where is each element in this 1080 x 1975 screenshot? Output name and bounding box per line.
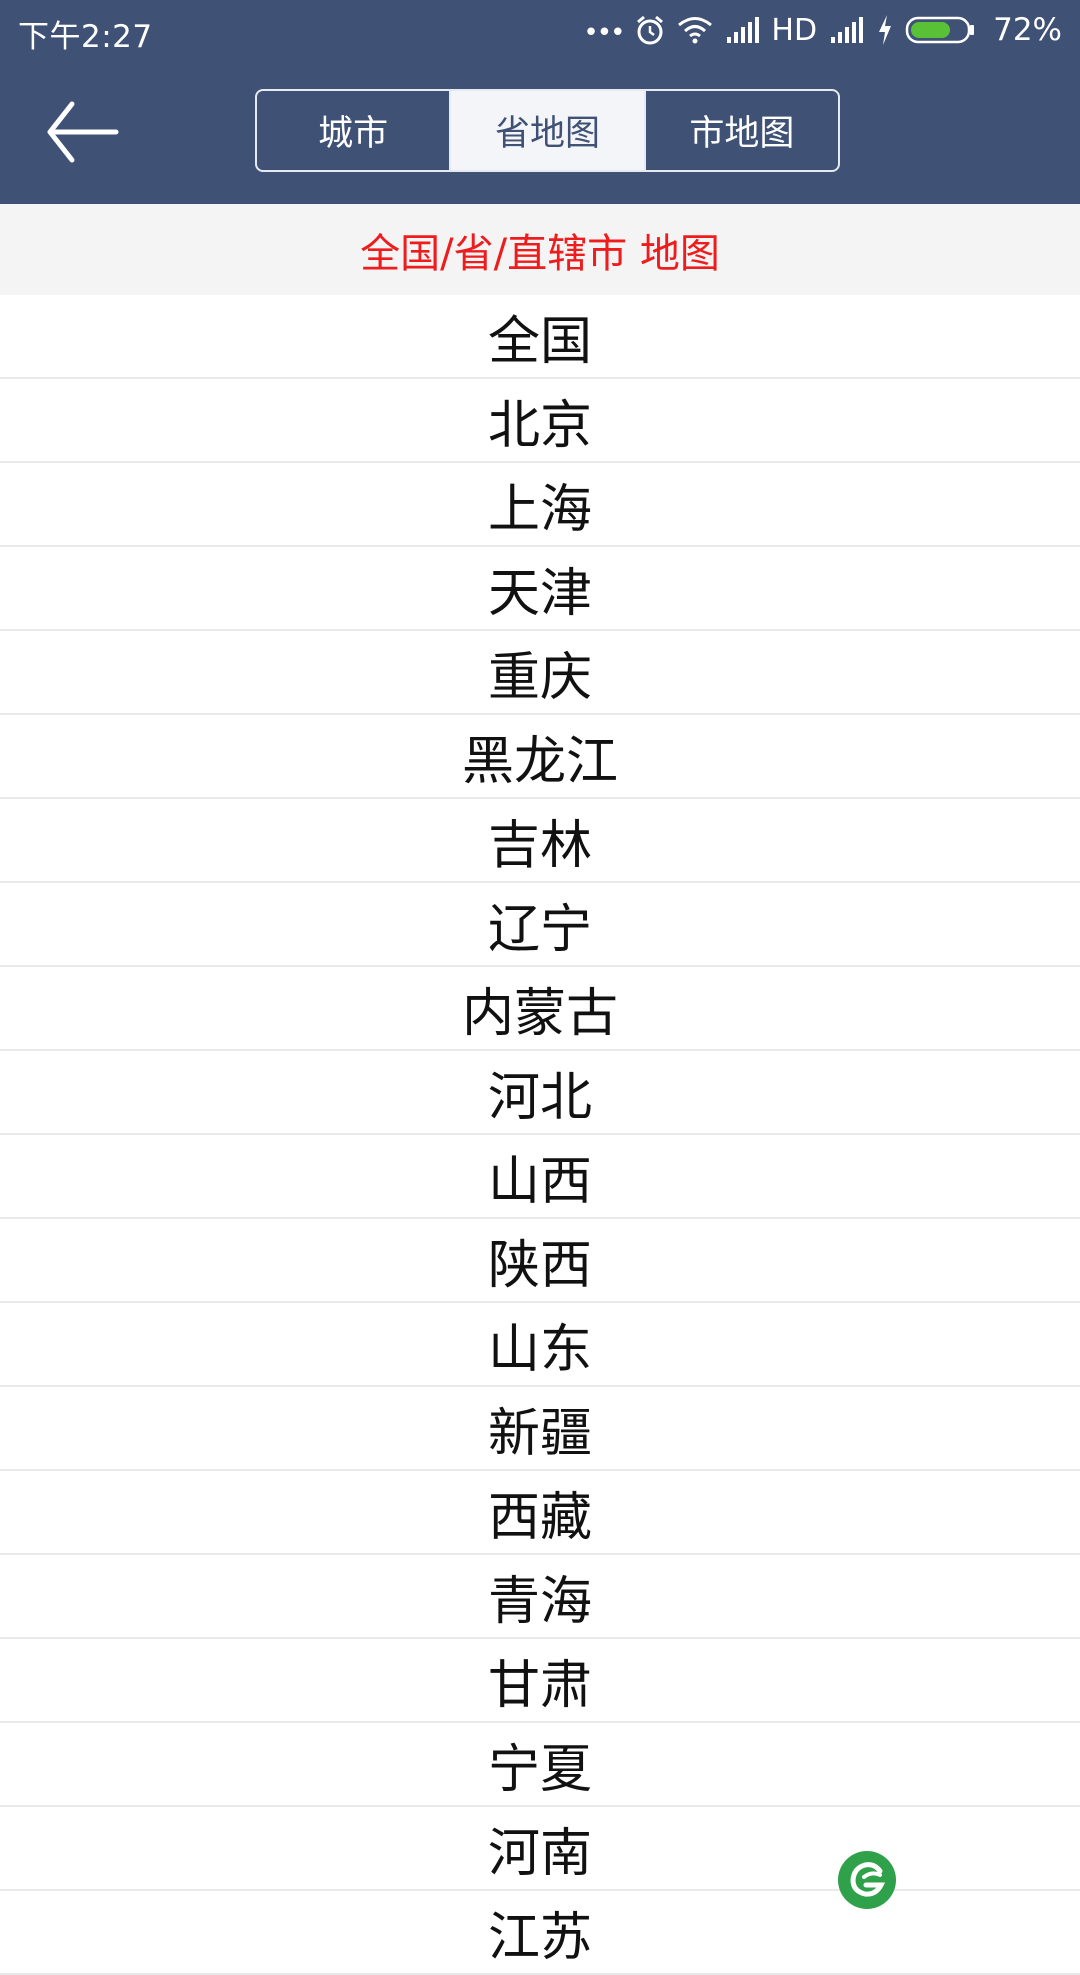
list-item[interactable]: 新疆 [0, 1387, 1080, 1471]
back-arrow-icon [47, 101, 119, 163]
tab-city-map[interactable]: 市地图 [643, 91, 838, 170]
list-item-label: 辽宁 [487, 899, 592, 960]
signal-icon [725, 17, 761, 43]
tab-province-map-label: 省地图 [494, 114, 600, 154]
more-dots-icon: ••• [583, 18, 625, 48]
list-item-label: 吉林 [487, 815, 592, 876]
list-item-label: 黑龙江 [461, 731, 618, 792]
list-item[interactable]: 陕西 [0, 1219, 1080, 1303]
list-item-label: 上海 [487, 479, 592, 540]
list-item-label: 河北 [487, 1067, 592, 1128]
list-item-label: 西藏 [487, 1487, 592, 1548]
list-item[interactable]: 内蒙古 [0, 967, 1080, 1051]
list-item[interactable]: 辽宁 [0, 883, 1080, 967]
list-item[interactable]: 甘肃 [0, 1639, 1080, 1723]
list-item-label: 陕西 [487, 1235, 592, 1296]
list-item-label: 江苏 [487, 1907, 592, 1968]
list-item-label: 青海 [487, 1571, 592, 1632]
list-item-label: 宁夏 [487, 1739, 592, 1800]
list-item[interactable]: 黑龙江 [0, 715, 1080, 799]
app-logo-icon [850, 1862, 886, 1897]
list-item-label: 北京 [487, 395, 592, 456]
list-item-label: 新疆 [487, 1403, 592, 1464]
map-type-tabs: 城市 省地图 市地图 [255, 89, 840, 172]
list-item[interactable]: 上海 [0, 463, 1080, 547]
battery-percent: 72% [993, 12, 1062, 48]
list-item[interactable]: 山东 [0, 1303, 1080, 1387]
tab-city-label: 城市 [318, 114, 389, 154]
list-item[interactable]: 宁夏 [0, 1723, 1080, 1807]
list-item-label: 河南 [487, 1823, 592, 1884]
tab-city-map-label: 市地图 [689, 114, 795, 154]
app-logo-button[interactable] [838, 1851, 896, 1909]
region-list: 全国北京上海天津重庆黑龙江吉林辽宁内蒙古河北山西陕西山东新疆西藏青海甘肃宁夏河南… [0, 295, 1080, 1975]
list-item-label: 内蒙古 [461, 983, 618, 1044]
list-item-label: 重庆 [487, 647, 592, 708]
list-item[interactable]: 重庆 [0, 631, 1080, 715]
list-item[interactable]: 西藏 [0, 1471, 1080, 1555]
app-header: 下午2:27 ••• HD 72% 城市 省地图 市地图 [0, 0, 1080, 204]
list-item[interactable]: 青海 [0, 1555, 1080, 1639]
list-item[interactable]: 天津 [0, 547, 1080, 631]
list-item-label: 全国 [487, 311, 592, 372]
tab-province-map[interactable]: 省地图 [449, 91, 644, 170]
list-item-label: 山东 [487, 1319, 592, 1380]
list-item[interactable]: 江苏 [0, 1891, 1080, 1975]
list-item[interactable]: 河南 [0, 1807, 1080, 1891]
list-item[interactable]: 北京 [0, 379, 1080, 463]
network-type: HD [771, 12, 818, 48]
list-item-label: 天津 [487, 563, 592, 624]
list-item[interactable]: 吉林 [0, 799, 1080, 883]
tab-city[interactable]: 城市 [257, 91, 449, 170]
status-bar: 下午2:27 ••• HD 72% [0, 0, 1080, 62]
list-item[interactable]: 河北 [0, 1051, 1080, 1135]
back-button[interactable] [44, 96, 120, 168]
section-title: 全国/省/直辖市 地图 [0, 204, 1080, 295]
status-icons: ••• HD 72% [583, 10, 1062, 50]
alarm-icon [635, 14, 665, 46]
status-time: 下午2:27 [18, 19, 153, 55]
list-item-label: 山西 [487, 1151, 592, 1212]
list-item[interactable]: 全国 [0, 295, 1080, 379]
list-item[interactable]: 山西 [0, 1135, 1080, 1219]
battery-icon [905, 15, 977, 45]
list-item-label: 甘肃 [487, 1655, 592, 1716]
signal-icon-2 [829, 17, 865, 43]
charging-icon [877, 15, 893, 45]
wifi-icon [677, 16, 713, 44]
